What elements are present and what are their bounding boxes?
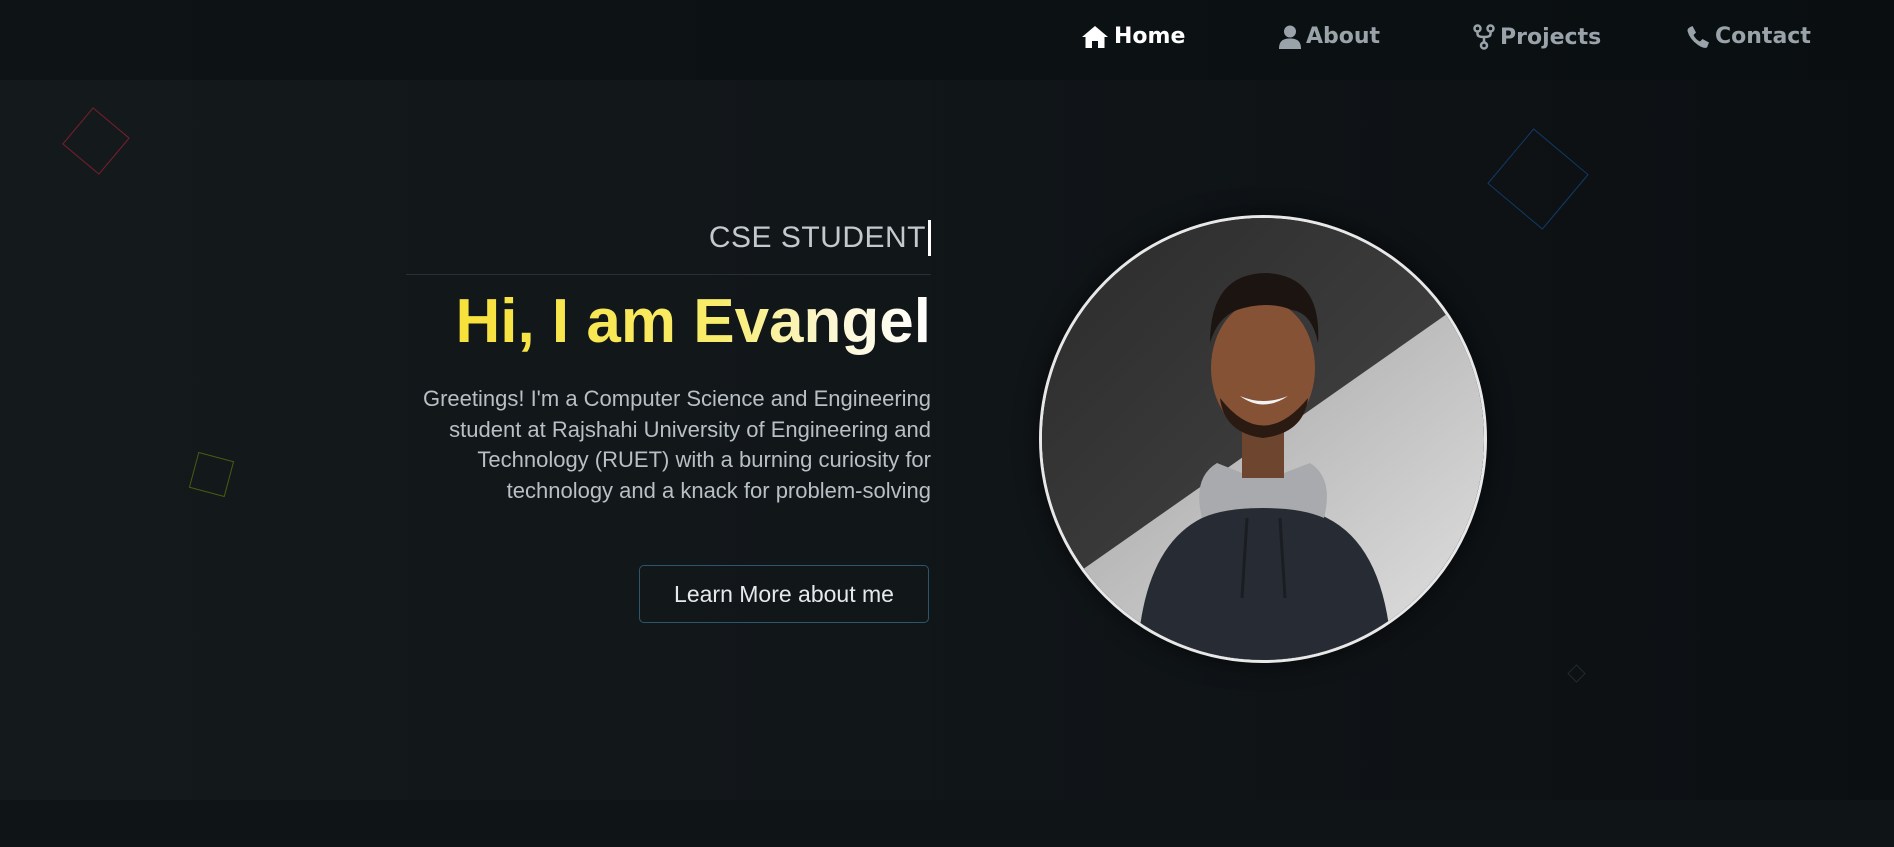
nav-home-label: Home: [1114, 24, 1186, 49]
top-navigation: Home About Projects Contact: [0, 0, 1894, 80]
user-icon: [1279, 25, 1301, 49]
decorative-diamond-red: [62, 107, 130, 175]
home-icon: [1081, 25, 1109, 49]
nav-projects-label: Projects: [1500, 24, 1602, 50]
nav-home[interactable]: Home: [1081, 24, 1185, 49]
learn-more-button[interactable]: Learn More about me: [639, 565, 929, 623]
decorative-square-olive: [188, 451, 235, 498]
nav-about[interactable]: About: [1279, 24, 1380, 49]
hero-greeting: Hi, I am Evangel: [455, 287, 931, 356]
decorative-diamond-blue: [1487, 128, 1589, 230]
nav-projects[interactable]: Projects: [1473, 24, 1601, 50]
decorative-diamond-small: [1567, 664, 1586, 683]
nav-contact[interactable]: Contact: [1686, 24, 1811, 49]
nav-contact-label: Contact: [1715, 24, 1811, 49]
intro-paragraph: Greetings! I'm a Computer Science and En…: [422, 386, 931, 503]
profile-photo-illustration: [1042, 218, 1484, 660]
nav-about-label: About: [1306, 24, 1381, 49]
phone-icon: [1686, 25, 1710, 49]
role-subtitle: CSE STUDENT: [709, 220, 931, 256]
fork-icon: [1473, 24, 1495, 50]
profile-photo: [1039, 215, 1487, 663]
hero-divider: [406, 274, 931, 275]
next-section-band: [0, 800, 1894, 847]
role-text: CSE STUDENT: [708, 221, 926, 254]
typing-cursor: [928, 220, 931, 256]
